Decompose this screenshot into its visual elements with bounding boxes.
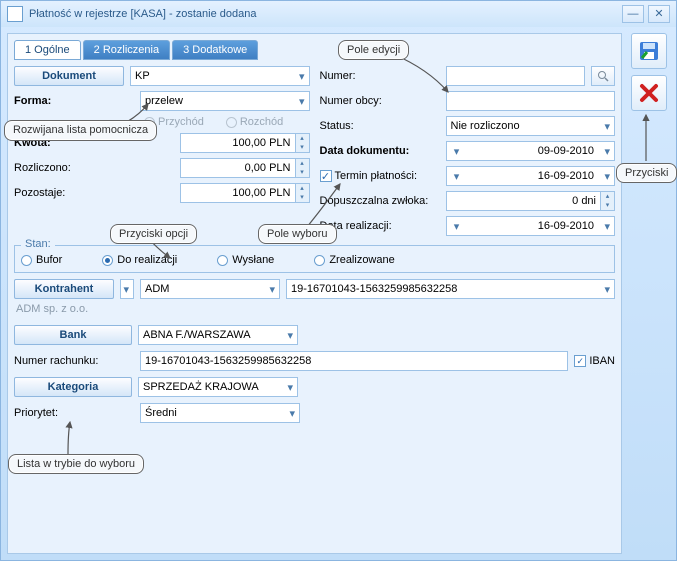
- kwota-label: Kwota:: [14, 137, 134, 149]
- numerobcy-input[interactable]: [446, 91, 616, 111]
- numer-input[interactable]: [446, 66, 586, 86]
- kontrahent-acct-select[interactable]: 19-16701043-1563259985632258: [286, 279, 615, 299]
- zwloka-input[interactable]: 0 dni▴▾: [446, 191, 616, 211]
- stan-group: Stan: Bufor Do realizacji Wysłane Zreali…: [14, 245, 615, 273]
- kontrahent-full: ADM sp. z o.o.: [14, 299, 615, 319]
- realiz-input[interactable]: ▾16-09-2010: [446, 216, 616, 236]
- iban-checkbox[interactable]: ✓IBAN: [574, 355, 615, 367]
- termin-checkbox[interactable]: ✓ Termin płatności:: [320, 170, 440, 182]
- numer-search-button[interactable]: [591, 66, 615, 86]
- rozchod-radio: Rozchód: [226, 116, 283, 128]
- priorytet-label: Priorytet:: [14, 407, 134, 419]
- minimize-button[interactable]: —: [622, 5, 644, 23]
- datadok-input[interactable]: ▾09-09-2010: [446, 141, 616, 161]
- titlebar: Płatność w rejestrze [KASA] - zostanie d…: [1, 1, 676, 27]
- termin-input[interactable]: ▾16-09-2010: [446, 166, 616, 186]
- pozostaje-input[interactable]: 100,00 PLN▴▾: [180, 183, 310, 203]
- kontrahent-name-select[interactable]: ADM: [140, 279, 280, 299]
- stan-title: Stan:: [21, 238, 55, 250]
- kategoria-select[interactable]: SPRZEDAŻ KRAJOWA: [138, 377, 298, 397]
- status-select[interactable]: Nie rozliczono: [446, 116, 616, 136]
- zwloka-label: Dopuszczalna zwłoka:: [320, 195, 440, 207]
- realiz-label: Data realizacji:: [320, 220, 440, 232]
- radio-wyslane[interactable]: Wysłane: [217, 254, 274, 266]
- rachunek-label: Numer rachunku:: [14, 355, 134, 367]
- rozliczono-input[interactable]: 0,00 PLN▴▾: [180, 158, 310, 178]
- sidebar: Przyciski: [628, 33, 670, 554]
- kwota-input[interactable]: 100,00 PLN▴▾: [180, 133, 310, 153]
- dokument-button[interactable]: Dokument: [14, 66, 124, 86]
- app-icon: [7, 6, 23, 22]
- kategoria-button[interactable]: Kategoria: [14, 377, 132, 397]
- kontrahent-type-select[interactable]: [120, 279, 134, 299]
- floppy-icon: [638, 40, 660, 62]
- priorytet-select[interactable]: Średni: [140, 403, 300, 423]
- x-icon: [639, 83, 659, 103]
- numer-label: Numer:: [320, 70, 440, 82]
- radio-do-realizacji[interactable]: Do realizacji: [102, 254, 177, 266]
- dokument-select[interactable]: KP: [130, 66, 310, 86]
- main-pane: 1 Ogólne 2 Rozliczenia 3 Dodatkowe Dokum…: [7, 33, 622, 554]
- pozostaje-label: Pozostaje:: [14, 187, 134, 199]
- window-title: Płatność w rejestrze [KASA] - zostanie d…: [29, 8, 618, 20]
- rachunek-input[interactable]: 19-16701043-1563259985632258: [140, 351, 568, 371]
- bank-select[interactable]: ABNA F./WARSZAWA: [138, 325, 298, 345]
- datadok-label: Data dokumentu:: [320, 145, 440, 157]
- forma-label: Forma:: [14, 95, 134, 107]
- radio-bufor[interactable]: Bufor: [21, 254, 62, 266]
- kontrahent-button[interactable]: Kontrahent: [14, 279, 114, 299]
- tab-dodatkowe[interactable]: 3 Dodatkowe: [172, 40, 258, 60]
- status-label: Status:: [320, 120, 440, 132]
- window: Płatność w rejestrze [KASA] - zostanie d…: [0, 0, 677, 561]
- rozliczono-label: Rozliczono:: [14, 162, 134, 174]
- tab-rozliczenia[interactable]: 2 Rozliczenia: [83, 40, 170, 60]
- callout-lista-wyboru: Lista w trybie do wyboru: [8, 454, 144, 474]
- search-icon: [597, 70, 609, 82]
- close-button[interactable]: ✕: [648, 5, 670, 23]
- przychod-radio: Przychód: [144, 116, 204, 128]
- cancel-button[interactable]: [631, 75, 667, 111]
- bank-button[interactable]: Bank: [14, 325, 132, 345]
- forma-select[interactable]: przelew: [140, 91, 310, 111]
- tab-ogolne[interactable]: 1 Ogólne: [14, 40, 81, 60]
- radio-zrealizowane[interactable]: Zrealizowane: [314, 254, 394, 266]
- save-button[interactable]: [631, 33, 667, 69]
- numerobcy-label: Numer obcy:: [320, 95, 440, 107]
- callout-przyciski: Przyciski: [616, 163, 677, 183]
